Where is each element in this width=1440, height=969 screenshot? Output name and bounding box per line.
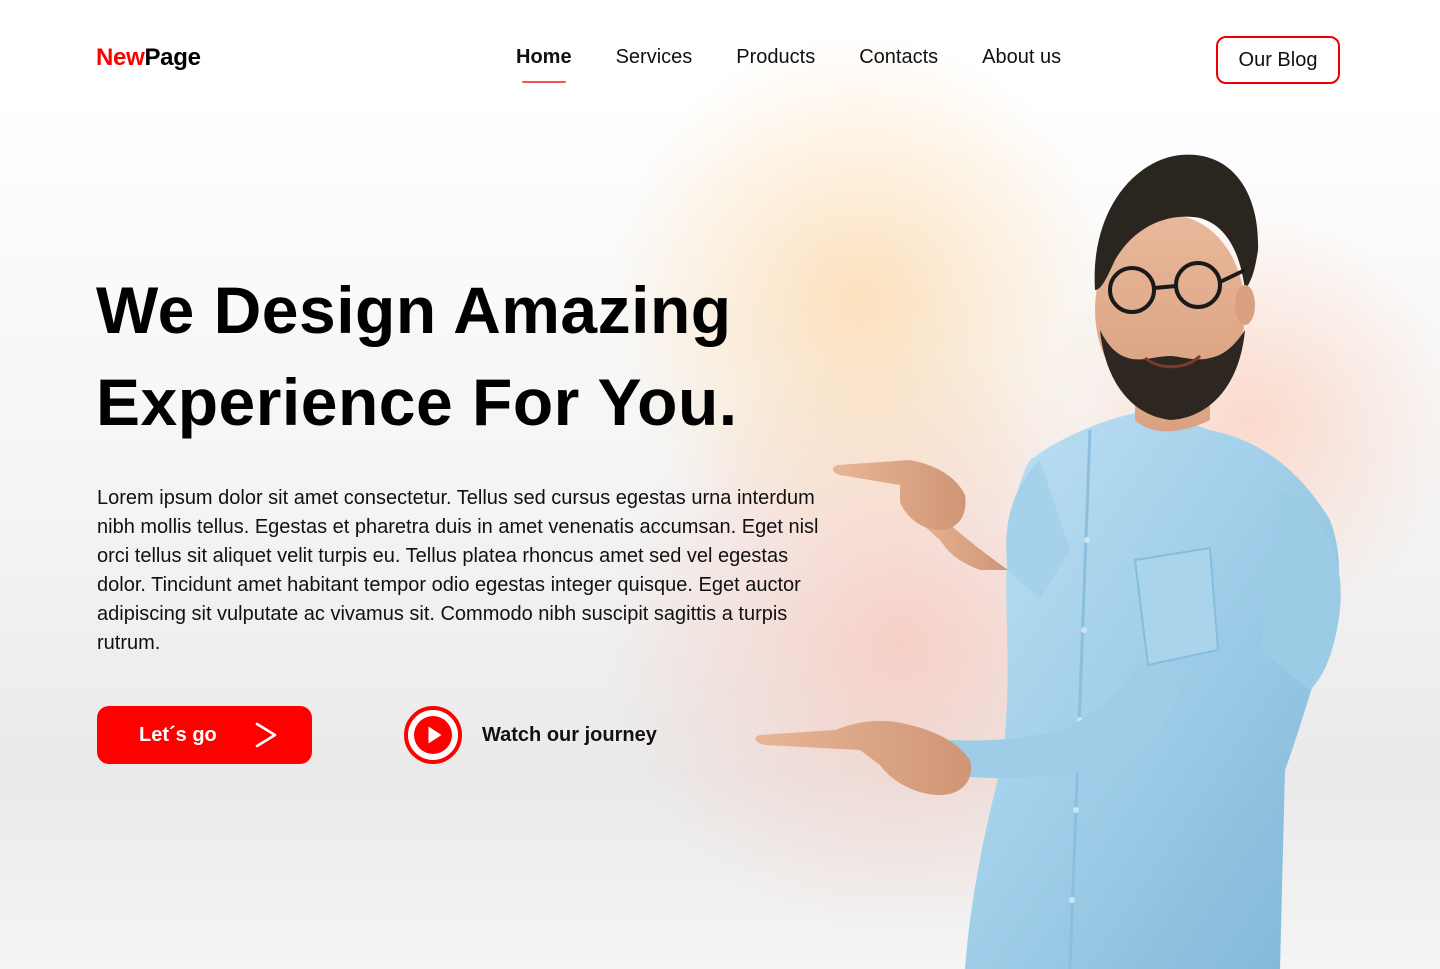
nav-item-label: Home xyxy=(516,46,572,68)
hero-description: Lorem ipsum dolor sit amet consectetur. … xyxy=(97,487,819,654)
hero-title: We Design Amazing Experience For You. xyxy=(96,264,738,448)
main-nav: Home Services Products Contacts About us xyxy=(516,46,1061,83)
logo-part-new: New xyxy=(96,44,145,71)
nav-item-home[interactable]: Home xyxy=(516,46,572,83)
nav-item-about-us[interactable]: About us xyxy=(982,46,1061,69)
logo-part-page: Page xyxy=(144,44,201,71)
nav-item-label: Services xyxy=(615,46,693,68)
logo[interactable]: NewPage xyxy=(96,44,201,72)
lets-go-button[interactable]: Let´s go xyxy=(97,706,312,764)
our-blog-button[interactable]: Our Blog xyxy=(1216,36,1340,84)
chevron-right-icon xyxy=(255,722,277,748)
play-icon[interactable] xyxy=(404,706,462,764)
hero-title-line-2: Experience For You. xyxy=(96,365,738,439)
nav-item-label: Products xyxy=(736,46,816,68)
hero-person-image xyxy=(755,154,1341,969)
nav-item-label: Contacts xyxy=(859,46,939,68)
nav-item-label: About us xyxy=(982,46,1062,68)
watch-journey-label: Watch our journey xyxy=(482,723,657,746)
lets-go-label: Let´s go xyxy=(139,723,217,746)
nav-item-products[interactable]: Products xyxy=(736,46,815,69)
nav-item-services[interactable]: Services xyxy=(616,46,693,69)
active-nav-underline xyxy=(522,81,566,83)
hero-title-line-1: We Design Amazing xyxy=(96,273,732,347)
watch-journey-link[interactable]: Watch our journey xyxy=(404,706,657,764)
nav-item-contacts[interactable]: Contacts xyxy=(859,46,938,69)
